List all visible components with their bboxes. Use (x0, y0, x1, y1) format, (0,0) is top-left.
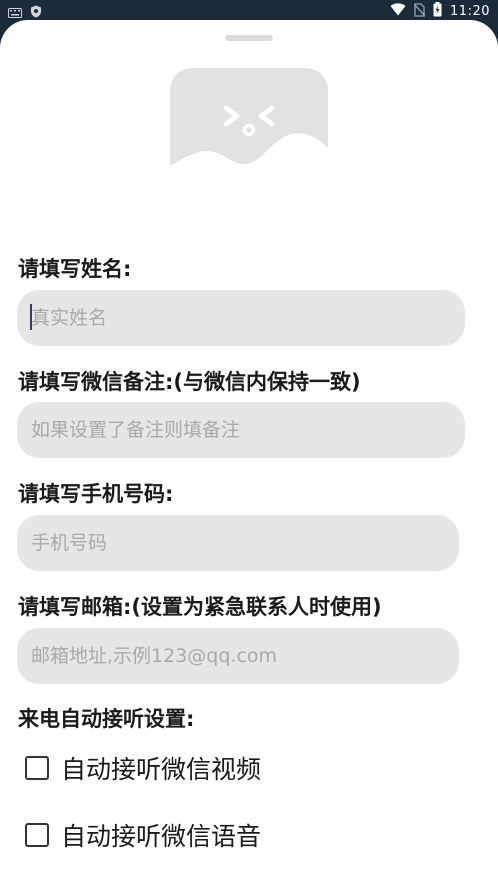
name-input[interactable] (17, 290, 465, 346)
phone-label: 请填写手机号码: (18, 482, 174, 506)
wechat-note-input[interactable] (17, 402, 465, 458)
email-input[interactable] (17, 628, 459, 684)
name-label: 请填写姓名: (18, 257, 132, 281)
voice-option-label: 自动接听微信语音 (61, 822, 262, 851)
phone-input[interactable] (17, 515, 459, 571)
status-bar: 11:20 (0, 0, 498, 20)
auto-answer-voice-option[interactable]: 自动接听微信语音 (25, 817, 261, 853)
image-placeholder-icon (170, 68, 328, 210)
wechat-note-label: 请填写微信备注:(与微信内保持一致) (18, 370, 361, 394)
keyboard-icon (8, 3, 22, 22)
auto-answer-video-option[interactable]: 自动接听微信视频 (25, 750, 261, 786)
video-option-label: 自动接听微信视频 (61, 755, 262, 784)
drag-handle[interactable] (225, 35, 273, 41)
auto-answer-label: 来电自动接听设置: (18, 707, 195, 731)
sim-off-icon (413, 2, 426, 21)
video-checkbox[interactable] (25, 756, 49, 780)
text-cursor (30, 304, 32, 330)
battery-charging-icon (433, 2, 442, 21)
status-time: 11:20 (450, 4, 490, 19)
email-label: 请填写邮箱:(设置为紧急联系人时使用) (18, 595, 382, 619)
voice-checkbox[interactable] (25, 823, 49, 847)
bottom-sheet: 请填写姓名: 请填写微信备注:(与微信内保持一致) 请填写手机号码: 请填写邮箱… (0, 20, 498, 887)
wifi-icon (390, 3, 406, 20)
